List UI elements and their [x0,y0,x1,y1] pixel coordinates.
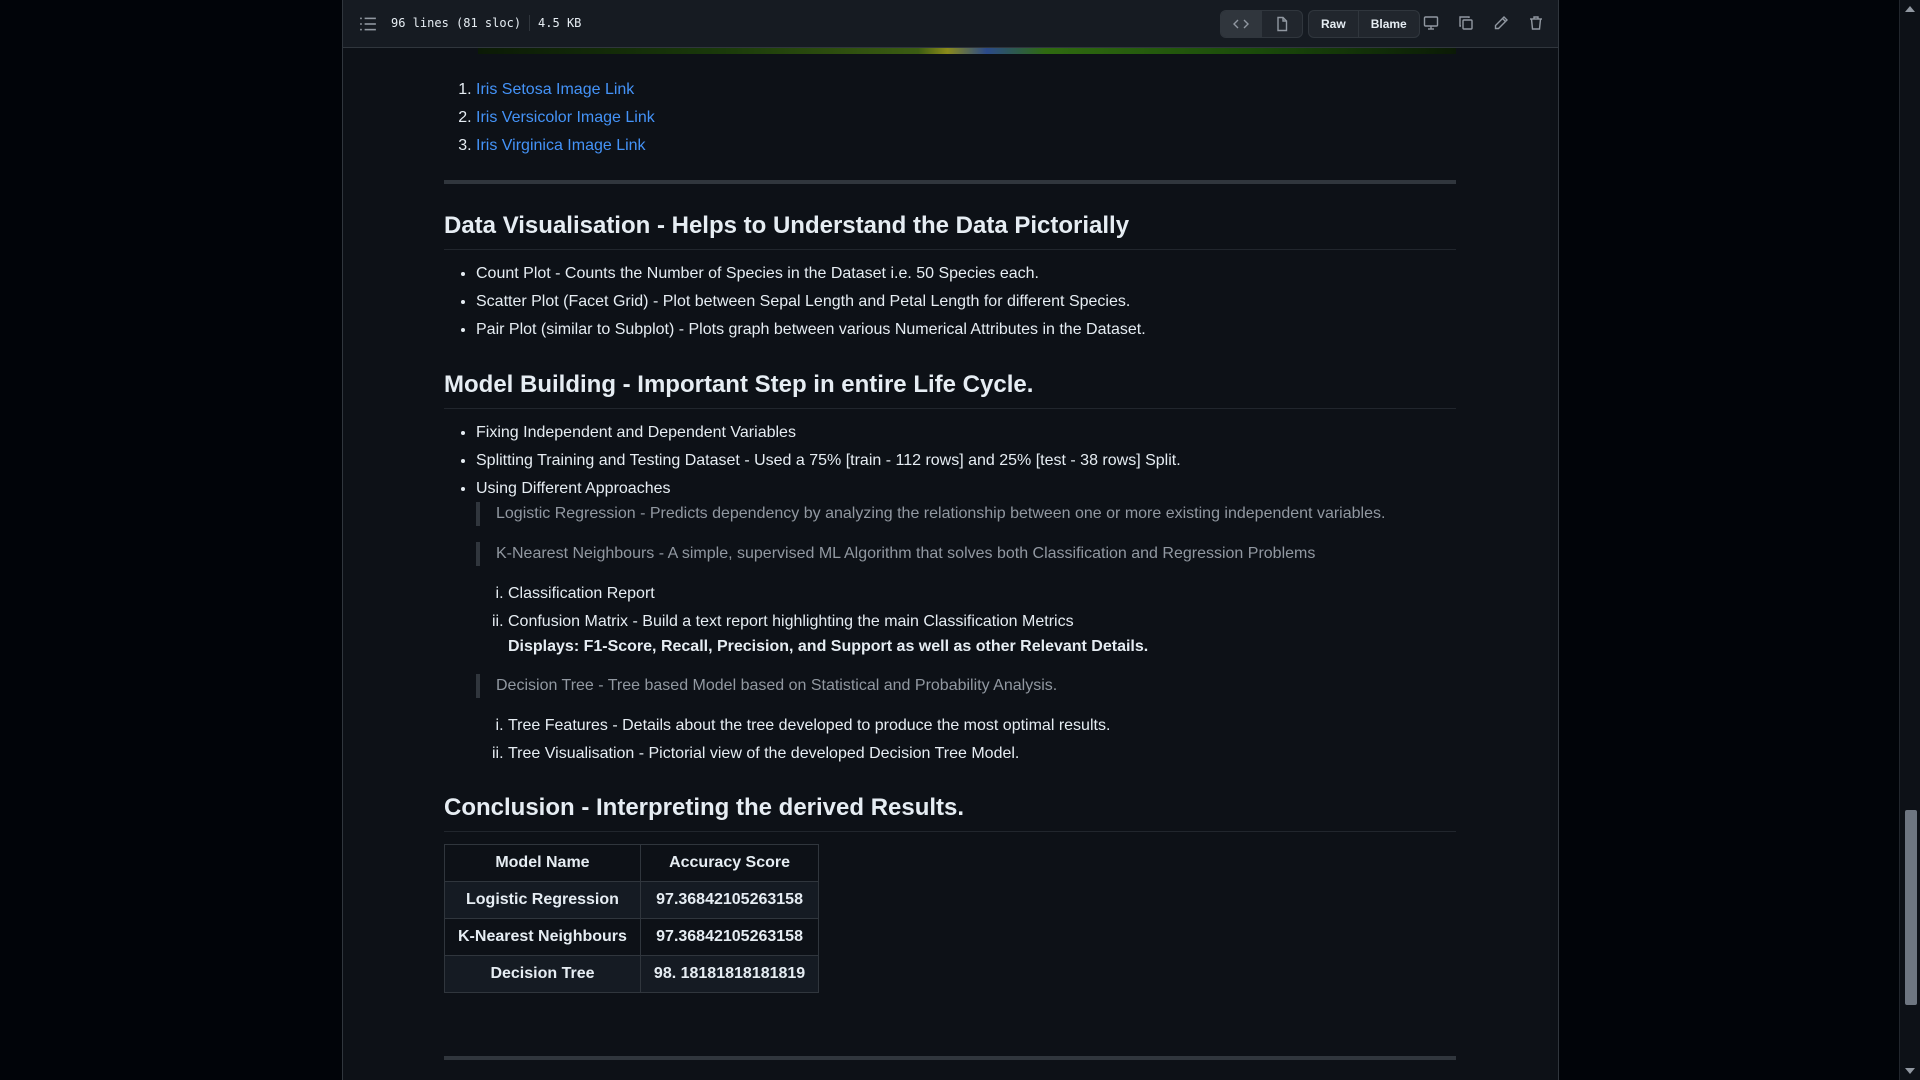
data-visualisation-heading: Data Visualisation - Helps to Understand… [444,211,1456,250]
pencil-icon[interactable] [1491,13,1511,33]
horizontal-rule [444,180,1456,184]
table-row: K-Nearest Neighbours 97.36842105263158 [444,918,820,956]
list-item: Tree Visualisation - Pictorial view of t… [508,740,1110,768]
list-item: Classification Report [508,580,1148,608]
iris-versicolor-link[interactable]: Iris Versicolor Image Link [476,109,655,126]
divider [529,15,531,31]
knn-sublist: Classification Report Confusion Matrix -… [476,580,1148,658]
list-item: Iris Setosa Image Link [476,76,655,104]
copy-icon[interactable] [1456,13,1476,33]
list-item: Pair Plot (similar to Subplot) - Plots g… [476,316,1146,344]
decision-tree-sublist: Tree Features - Details about the tree d… [476,712,1110,768]
file-header: 96 lines (81 sloc) 4.5 KB Raw Blame [343,0,1558,48]
code-view-button[interactable] [1221,11,1261,37]
list-item: Iris Versicolor Image Link [476,104,655,132]
model-name-cell: Logistic Regression [444,881,641,919]
table-row: Decision Tree 98. 18181818181819 [444,955,820,993]
accuracy-cell: 97.36842105263158 [639,881,820,919]
desktop-icon[interactable] [1421,13,1441,33]
file-size: 4.5 KB [538,16,582,30]
trash-icon[interactable] [1526,13,1546,33]
file-viewer: 96 lines (81 sloc) 4.5 KB Raw Blame 1. I… [342,0,1559,1080]
view-toggle [1220,10,1303,38]
iris-virginica-link[interactable]: Iris Virginica Image Link [476,137,646,154]
decision-tree-quote: Decision Tree - Tree based Model based o… [476,674,1057,698]
list-item: Iris Virginica Image Link [476,132,655,160]
accuracy-cell: 97.36842105263158 [639,918,820,956]
code-icon [1233,19,1249,29]
scroll-down-icon[interactable] [1905,1068,1915,1074]
list-item: Using Different Approaches [476,475,1181,503]
column-header: Accuracy Score [639,844,820,882]
scrollbar-thumb[interactable] [1905,810,1917,1005]
iris-setosa-link[interactable]: Iris Setosa Image Link [476,81,634,98]
results-table: Model Name Accuracy Score Logistic Regre… [444,844,820,993]
horizontal-rule [444,1056,1456,1060]
scroll-up-icon[interactable] [1905,6,1915,12]
accuracy-cell: 98. 18181818181819 [639,955,820,993]
data-visualisation-list: Count Plot - Counts the Number of Specie… [444,260,1146,344]
image-link-list: Iris Setosa Image Link Iris Versicolor I… [444,76,655,160]
displays-note: Displays: F1-Score, Recall, Precision, a… [508,638,1149,655]
knn-quote: K-Nearest Neighbours - A simple, supervi… [476,542,1315,566]
list-item: Scatter Plot (Facet Grid) - Plot between… [476,288,1146,316]
line-count: 96 lines (81 sloc) [391,16,522,30]
blame-button[interactable]: Blame [1357,11,1419,37]
raw-button[interactable]: Raw [1309,11,1358,37]
preview-button[interactable] [1261,11,1302,37]
list-item: Splitting Training and Testing Dataset -… [476,447,1181,475]
list-item: Confusion Matrix - Build a text report h… [508,608,1148,658]
file-info: 96 lines (81 sloc) 4.5 KB [391,15,581,31]
list-item: Count Plot - Counts the Number of Specie… [476,260,1146,288]
list-item: Tree Features - Details about the tree d… [508,712,1110,740]
list-outline-icon[interactable] [359,15,377,33]
logistic-regression-quote: Logistic Regression - Predicts dependenc… [476,502,1385,526]
conclusion-heading: Conclusion - Interpreting the derived Re… [444,793,1456,832]
iris-image-bottom-edge [478,48,1456,54]
model-name-cell: K-Nearest Neighbours [444,918,641,956]
list-item: Fixing Independent and Dependent Variabl… [476,419,1181,447]
model-name-cell: Decision Tree [444,955,641,993]
file-icon [1277,16,1288,32]
model-building-heading: Model Building - Important Step in entir… [444,370,1456,409]
raw-blame-group: Raw Blame [1308,10,1420,38]
table-header-row: Model Name Accuracy Score [444,844,820,882]
table-row: Logistic Regression 97.36842105263158 [444,881,820,919]
column-header: Model Name [444,844,641,882]
vertical-scrollbar[interactable] [1899,0,1920,1080]
model-building-list: Fixing Independent and Dependent Variabl… [444,419,1181,503]
